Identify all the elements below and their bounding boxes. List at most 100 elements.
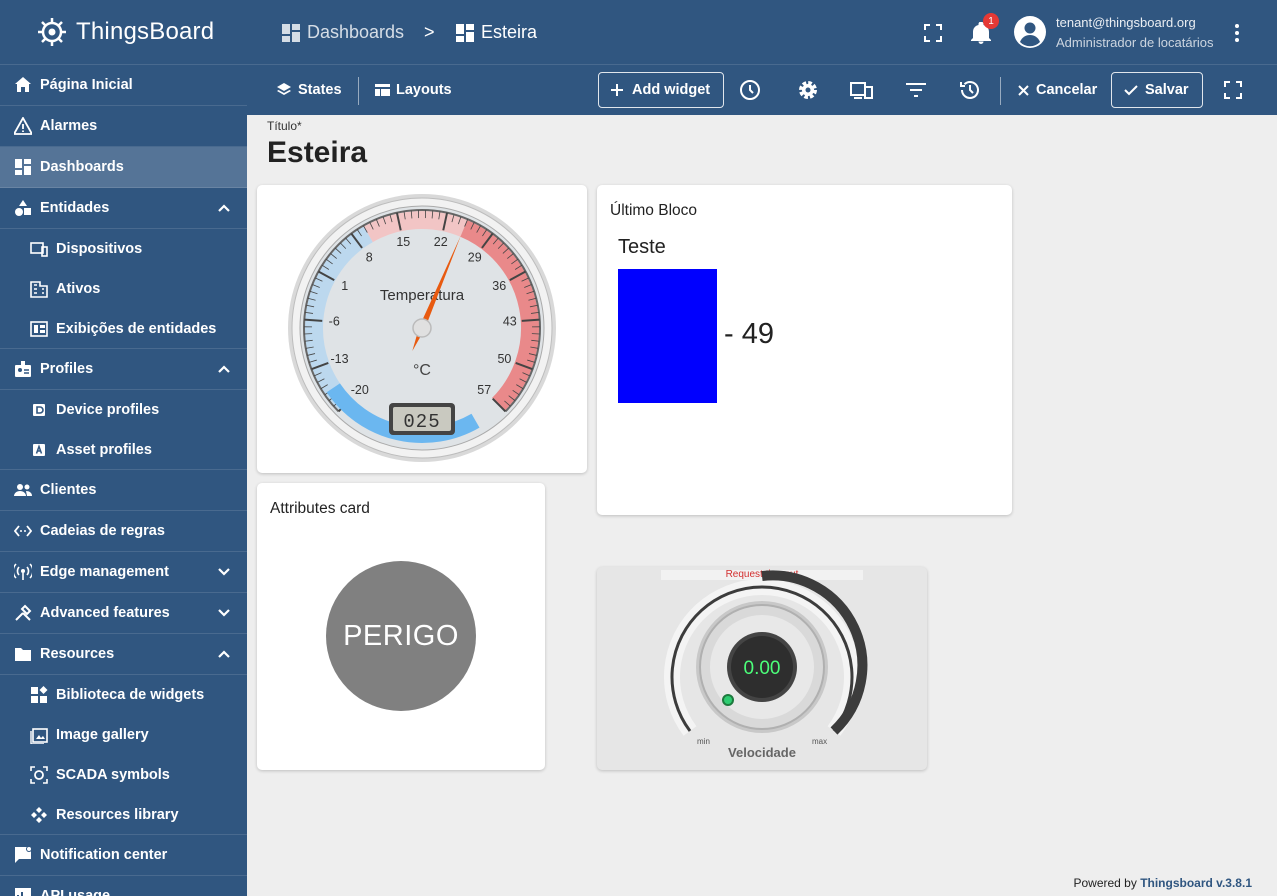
sidebar-item-biblioteca-de-widgets[interactable]: Biblioteca de widgets — [0, 675, 247, 715]
chevron-down-icon[interactable] — [217, 565, 231, 579]
gauge-tick-label: 50 — [497, 352, 511, 366]
sidebar-item-pagina-inicial[interactable]: Página Inicial — [0, 65, 247, 106]
title-field-label: Título* — [267, 119, 302, 133]
fullscreen-button[interactable] — [921, 21, 945, 45]
sidebar-item-api-usage[interactable]: API usage — [0, 876, 247, 896]
block-name: Teste — [618, 236, 666, 258]
gauge-tick-label: 15 — [396, 235, 410, 249]
device-layout-button[interactable] — [850, 78, 874, 102]
sidebar-item-label: Advanced features — [40, 605, 170, 621]
sidebar-item-label: Dashboards — [40, 159, 124, 175]
layouts-button[interactable]: Layouts — [375, 72, 452, 108]
sidebar-item-label: Notification center — [40, 847, 168, 863]
sidebar-item-clientes[interactable]: Clientes — [0, 470, 247, 511]
breadcrumb-dashboards[interactable]: Dashboards — [282, 22, 404, 43]
chevron-up-icon[interactable] — [217, 362, 231, 376]
widget-title: Attributes card — [270, 500, 370, 517]
dashboard-icon — [282, 23, 300, 42]
timewindow-button[interactable] — [738, 78, 762, 102]
settings-button[interactable] — [796, 78, 820, 102]
brand-link[interactable]: Thingsboard v.3.8.1 — [1140, 876, 1252, 890]
sidebar-item-scada-symbols[interactable]: SCADA symbols — [0, 755, 247, 795]
library-icon — [30, 806, 48, 824]
gauge-tick-label: 8 — [366, 251, 373, 265]
user-menu[interactable]: tenant@thingsboard.org Administrador de … — [1014, 12, 1234, 54]
temperature-gauge: -20 -13 -6 1 8 15 22 29 36 43 50 57 Temperatura °C 025 — [288, 194, 556, 462]
chevron-up-icon[interactable] — [217, 201, 231, 215]
knob-value: 0.00 — [743, 658, 781, 679]
sidebar-item-label: Clientes — [40, 482, 97, 498]
sidebar-item-edge-management[interactable]: Edge management — [0, 552, 247, 593]
gauge-tick-label: 1 — [341, 279, 348, 293]
attributes-card-widget[interactable]: Attributes card PERIGO — [257, 483, 545, 770]
sidebar-item-label: Cadeias de regras — [40, 523, 165, 539]
temperature-gauge-widget[interactable]: -20 -13 -6 1 8 15 22 29 36 43 50 57 Temperatura °C 025 — [257, 185, 587, 473]
chevron-up-icon[interactable] — [217, 647, 231, 661]
sidebar-item-resources[interactable]: Resources — [0, 634, 247, 675]
layers-icon — [277, 83, 291, 95]
breadcrumb-label: Dashboards — [307, 22, 405, 42]
sidebar-item-dispositivos[interactable]: Dispositivos — [0, 229, 247, 269]
sidebar-item-profiles[interactable]: Profiles — [0, 349, 247, 390]
close-icon — [1018, 84, 1029, 96]
code-icon — [14, 522, 32, 540]
home-icon — [14, 76, 32, 94]
sidebar-item-label: Alarmes — [40, 118, 98, 134]
title-label-text: Título — [267, 119, 298, 133]
sidebar-item-asset-profiles[interactable]: Asset profiles — [0, 430, 247, 470]
gauge-tick-label: -13 — [331, 352, 349, 366]
sidebar-item-entidades[interactable]: Entidades — [0, 188, 247, 229]
last-block-widget[interactable]: Último Bloco Teste - 49 — [597, 185, 1012, 515]
devices-icon — [30, 240, 48, 258]
sidebar-item-ativos[interactable]: Ativos — [0, 269, 247, 309]
sidebar-item-exibicoes-de-entidades[interactable]: Exibições de entidades — [0, 309, 247, 349]
cancel-button[interactable]: Cancelar — [1018, 72, 1097, 108]
sidebar-item-notification-center[interactable]: Notification center — [0, 835, 247, 876]
sidebar-item-resources-library[interactable]: Resources library — [0, 795, 247, 835]
chevron-down-icon[interactable] — [217, 606, 231, 620]
toolbar-divider — [358, 77, 359, 105]
version-history-button[interactable] — [958, 78, 982, 102]
app-name: ThingsBoard — [76, 18, 215, 45]
app-logo[interactable]: ThingsBoard — [0, 0, 247, 65]
filters-button[interactable] — [904, 78, 928, 102]
gauge-tick-label: -20 — [351, 383, 369, 397]
more-menu-button[interactable] — [1225, 21, 1249, 45]
building-icon — [30, 280, 48, 298]
fullscreen-icon — [924, 24, 942, 42]
status-text: PERIGO — [343, 619, 459, 652]
api-icon — [14, 887, 32, 896]
required-marker: * — [297, 119, 302, 133]
states-button[interactable]: States — [277, 72, 342, 108]
warning-icon — [14, 117, 32, 135]
gauge-major-tick — [521, 318, 540, 322]
sidebar-item-label: Resources library — [56, 806, 179, 823]
velocity-knob-widget[interactable]: Request timeout 0.00 min max Velocidade — [597, 567, 927, 770]
dashboard-title-input[interactable]: Esteira — [267, 136, 367, 170]
devices-icon — [850, 82, 873, 99]
sidebar-item-label: Página Inicial — [40, 77, 133, 93]
antenna-icon — [14, 563, 32, 581]
sidebar-item-label: Ativos — [56, 281, 101, 297]
sidebar-item-advanced-features[interactable]: Advanced features — [0, 593, 247, 634]
view-icon — [30, 320, 48, 338]
gauge-major-tick — [304, 318, 323, 322]
dashboard-icon — [14, 158, 32, 176]
asset-profile-icon — [30, 441, 48, 459]
sidebar-item-cadeias-de-regras[interactable]: Cadeias de regras — [0, 511, 247, 552]
notifications-button[interactable]: 1 — [969, 13, 999, 45]
add-widget-button[interactable]: Add widget — [598, 72, 724, 108]
expand-button[interactable] — [1221, 78, 1245, 102]
sidebar-item-image-gallery[interactable]: Image gallery — [0, 715, 247, 755]
layouts-label: Layouts — [396, 82, 452, 98]
save-button[interactable]: Salvar — [1111, 72, 1203, 108]
states-label: States — [298, 82, 342, 98]
sidebar-item-label: SCADA symbols — [56, 767, 170, 783]
gauge-needle-hub — [412, 318, 432, 338]
sidebar-item-device-profiles[interactable]: Device profiles — [0, 390, 247, 430]
sidebar-item-alarmes[interactable]: Alarmes — [0, 106, 247, 147]
sidebar-item-dashboards[interactable]: Dashboards — [0, 147, 247, 188]
block-color-rect — [618, 269, 717, 403]
sidebar-item-label: Image gallery — [56, 727, 149, 743]
knob-label: Velocidade — [728, 745, 796, 760]
